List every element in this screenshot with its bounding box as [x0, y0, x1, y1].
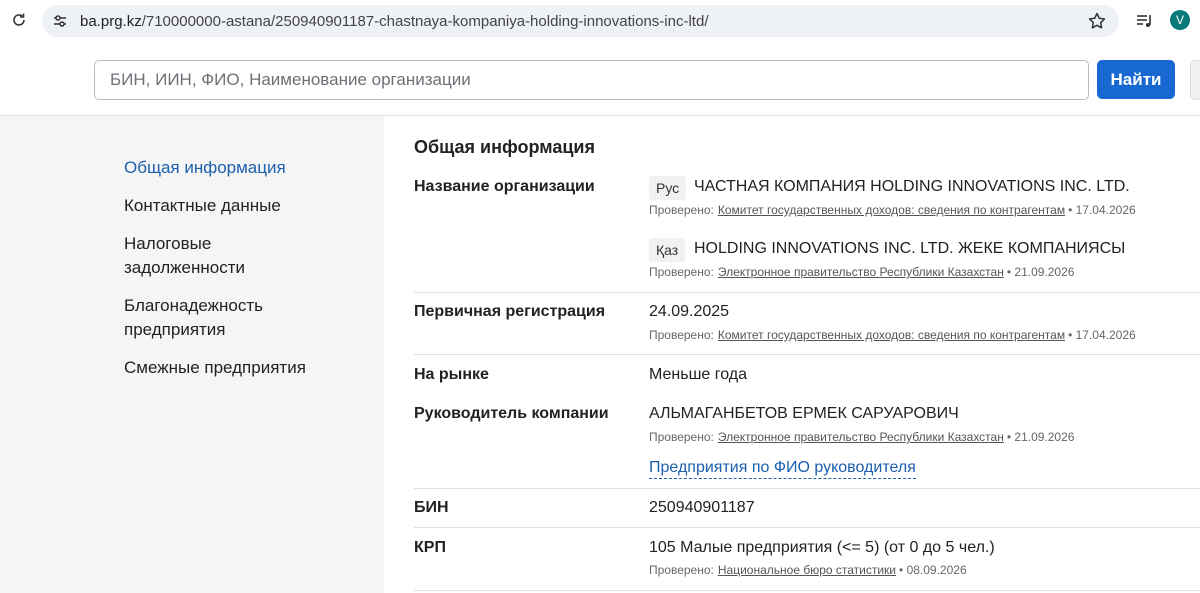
- divider: [414, 527, 1200, 528]
- krp-label: КРП: [414, 539, 446, 556]
- profile-avatar[interactable]: V: [1170, 10, 1190, 30]
- site-settings-icon[interactable]: [52, 13, 68, 29]
- main-content: Общая информация Название организации Ру…: [384, 116, 1200, 593]
- lang-tag-kz: Қаз: [649, 238, 686, 262]
- divider: [414, 590, 1200, 591]
- org-name-kz: HOLDING INNOVATIONS INC. LTD. ЖЕКЕ КОМПА…: [694, 240, 1126, 257]
- source-link[interactable]: Комитет государственных доходов: сведени…: [718, 328, 1065, 342]
- header-extra-button[interactable]: [1190, 60, 1200, 100]
- sidebar-item-tax-debts[interactable]: Налоговые задолженности: [124, 232, 274, 280]
- source-link[interactable]: Комитет государственных доходов: сведени…: [718, 203, 1065, 217]
- section-title: Общая информация: [414, 137, 595, 157]
- verified-note: Проверено: Комитет государственных доходо…: [649, 328, 1136, 342]
- market-value: Меньше года: [649, 366, 748, 383]
- source-link[interactable]: Электронное правительство Республики Каз…: [718, 265, 1004, 279]
- media-controls-icon[interactable]: [1135, 11, 1155, 31]
- sidebar-item-contacts[interactable]: Контактные данные: [124, 194, 354, 218]
- director-companies-link[interactable]: Предприятия по ФИО руководителя: [649, 459, 916, 479]
- bookmark-star-icon[interactable]: [1087, 11, 1107, 31]
- registration-label: Первичная регистрация: [414, 303, 606, 320]
- source-link[interactable]: Национальное бюро статистики: [718, 563, 896, 577]
- verified-note: Проверено: Электронное правительство Респ…: [649, 430, 1075, 444]
- sidebar-item-general-info[interactable]: Общая информация: [124, 156, 354, 180]
- director-value: АЛЬМАГАНБЕТОВ ЕРМЕК САРУАРОВИЧ: [649, 405, 959, 422]
- url-text: ba.prg.kz/710000000-astana/250940901187-…: [80, 13, 709, 30]
- sidebar-item-reliability[interactable]: Благонадежность предприятия: [124, 294, 274, 342]
- verified-note: Проверено: Электронное правительство Респ…: [649, 265, 1075, 279]
- sidebar-nav: Общая информация Контактные данные Налог…: [0, 116, 384, 593]
- registration-value: 24.09.2025: [649, 303, 730, 320]
- krp-value: 105 Малые предприятия (<= 5) (от 0 до 5 …: [649, 539, 995, 556]
- sidebar-item-related-companies[interactable]: Смежные предприятия: [124, 356, 354, 380]
- lang-tag-ru: Рус: [649, 176, 687, 200]
- verified-note: Проверено: Комитет государственных доходо…: [649, 203, 1136, 217]
- bin-value: 250940901187: [649, 499, 755, 516]
- bin-label: БИН: [414, 499, 449, 516]
- browser-toolbar: ba.prg.kz/710000000-astana/250940901187-…: [0, 0, 1200, 43]
- org-name-ru: ЧАСТНАЯ КОМПАНИЯ HOLDING INNOVATIONS INC…: [694, 178, 1130, 195]
- address-bar[interactable]: ba.prg.kz/710000000-astana/250940901187-…: [42, 5, 1119, 37]
- director-label: Руководитель компании: [414, 405, 609, 422]
- org-name-label: Название организации: [414, 178, 595, 195]
- source-link[interactable]: Электронное правительство Республики Каз…: [718, 430, 1004, 444]
- search-header: Найти: [0, 43, 1200, 116]
- divider: [414, 292, 1200, 293]
- verified-note: Проверено: Национальное бюро статистики • …: [649, 563, 967, 577]
- search-input[interactable]: [94, 60, 1089, 100]
- divider: [414, 354, 1200, 355]
- reload-icon[interactable]: [10, 11, 28, 29]
- market-label: На рынке: [414, 366, 489, 383]
- search-button[interactable]: Найти: [1097, 60, 1175, 99]
- divider: [414, 488, 1200, 489]
